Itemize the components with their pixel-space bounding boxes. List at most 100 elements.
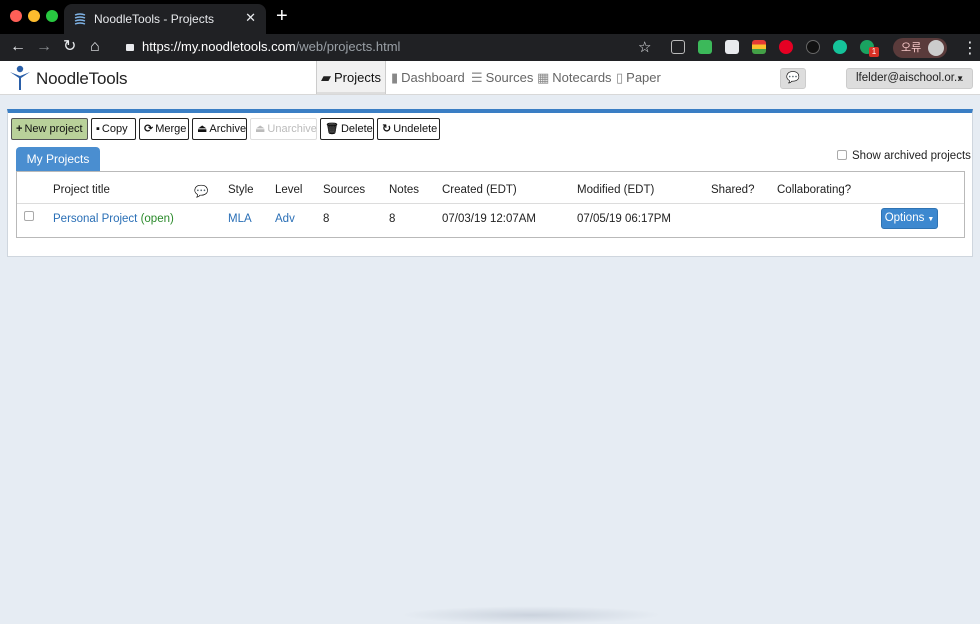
browser-tab[interactable]: NoodleTools - Projects ✕ (64, 4, 266, 34)
merge-label: Merge (155, 123, 187, 135)
back-icon[interactable]: ← (10, 37, 26, 57)
unarchive-label: Unarchive (267, 123, 317, 135)
profile-status-text: 오류 (901, 42, 922, 54)
undo-icon: ↻ (382, 123, 392, 135)
new-tab-icon[interactable]: + (276, 6, 288, 26)
url-host: https://my.noodletools.com (142, 39, 296, 54)
forward-icon[interactable]: → (36, 37, 52, 57)
column-header-sources[interactable]: Sources (323, 184, 365, 196)
copy-icon: ▪ (96, 123, 100, 135)
copy-label: Copy (101, 123, 128, 135)
user-menu-button[interactable]: lfelder@aischool.or... ▼ (846, 68, 973, 89)
column-header-shared[interactable]: Shared? (711, 184, 754, 196)
trash-icon: 🗑 (325, 123, 339, 135)
project-level-link[interactable]: Adv (275, 213, 295, 225)
project-status: (open) (140, 213, 174, 225)
extension-green-icon[interactable] (698, 40, 712, 54)
avatar (928, 40, 944, 56)
projects-table: Project title 💬 Style Level Sources Note… (16, 171, 965, 238)
reload-icon[interactable]: ↻ (63, 37, 76, 57)
pinterest-extension-icon[interactable] (779, 40, 793, 54)
grid-icon: ▦ (537, 70, 550, 85)
show-archived-toggle[interactable]: Show archived projects (837, 150, 971, 162)
chat-bubble-icon: 💬 (786, 72, 800, 84)
nav-dashboard-label: Dashboard (401, 70, 465, 85)
tab-my-projects[interactable]: My Projects (16, 147, 100, 171)
projects-panel: + New project ▪ Copy ⟳ Merge ⏏ Archive ⏏ Unar… (7, 109, 973, 257)
archive-icon: ⏏ (197, 123, 208, 135)
brand-name: NoodleTools (36, 69, 128, 88)
options-label: Options (884, 212, 925, 224)
show-archived-checkbox[interactable] (837, 150, 847, 160)
show-archived-label: Show archived projects (852, 150, 971, 162)
extension-refresh-icon[interactable] (671, 40, 685, 54)
extension-one-icon[interactable] (806, 40, 820, 54)
column-header-notes[interactable]: Notes (389, 184, 419, 196)
nav-projects[interactable]: ▰ Projects (316, 61, 386, 94)
list-icon: ☰ (471, 70, 483, 85)
options-button[interactable]: Options ▼ (881, 208, 938, 229)
project-modified-date: 07/05/19 06:17PM (577, 213, 671, 225)
close-window-icon[interactable] (10, 10, 22, 22)
nav-paper[interactable]: ▯ Paper (612, 61, 665, 94)
extension-badge: 1 (869, 47, 879, 57)
project-title-link[interactable]: Personal Project (53, 213, 137, 225)
archive-button[interactable]: ⏏ Archive (192, 118, 247, 140)
column-header-collaborating[interactable]: Collaborating? (777, 184, 851, 196)
bar-chart-icon: ▮ (391, 70, 399, 85)
address-bar[interactable]: https://my.noodletools.com/web/projects.… (126, 39, 400, 54)
browser-toolbar: ← → ↻ ⌂ https://my.noodletools.com/web/p… (0, 34, 980, 61)
nav-sources[interactable]: ☰ Sources (467, 61, 537, 94)
decorative-shadow (400, 606, 662, 624)
undelete-label: Undelete (393, 123, 438, 135)
table-row-title: Personal Project (open) (53, 213, 174, 225)
new-project-button[interactable]: + New project (11, 118, 88, 140)
project-sources-count: 8 (323, 213, 330, 225)
column-header-style[interactable]: Style (228, 184, 254, 196)
app-header: NoodleTools ▰ Projects ▮ Dashboard ☰ Source… (0, 61, 980, 95)
lock-icon (126, 44, 134, 51)
nav-sources-label: Sources (485, 70, 534, 85)
project-style-link[interactable]: MLA (228, 213, 252, 225)
delete-label: Delete (340, 123, 373, 135)
archive-label: Archive (209, 123, 247, 135)
nav-notecards[interactable]: ▦ Notecards (533, 61, 616, 94)
delete-button[interactable]: 🗑 Delete (320, 118, 374, 140)
project-created-date: 07/03/19 12:07AM (442, 213, 536, 225)
column-header-created[interactable]: Created (EDT) (442, 184, 517, 196)
header-divider (17, 203, 964, 204)
minimize-window-icon[interactable] (28, 10, 40, 22)
grammarly-extension-icon[interactable] (833, 40, 847, 54)
merge-button[interactable]: ⟳ Merge (139, 118, 189, 140)
folder-open-icon: ▰ (321, 70, 331, 85)
nav-dashboard[interactable]: ▮ Dashboard (387, 61, 469, 94)
unarchive-button[interactable]: ⏏ Unarchive (250, 118, 317, 140)
project-notes-count: 8 (389, 213, 396, 225)
caret-down-icon: ▼ (956, 74, 964, 83)
gmail-extension-icon[interactable] (725, 40, 739, 54)
copy-button[interactable]: ▪ Copy (91, 118, 136, 140)
unarchive-icon: ⏏ (255, 123, 266, 135)
url-path: /web/projects.html (295, 39, 401, 54)
column-header-level[interactable]: Level (275, 184, 303, 196)
browser-tab-bar: NoodleTools - Projects ✕ + (0, 0, 980, 34)
comments-column-icon: 💬 (194, 186, 209, 198)
chat-button[interactable]: 💬 (780, 68, 806, 89)
nav-projects-label: Projects (334, 70, 381, 85)
nav-notecards-label: Notecards (552, 70, 612, 85)
tab-title: NoodleTools - Projects (94, 12, 215, 26)
column-header-title[interactable]: Project title (53, 184, 110, 196)
close-tab-icon[interactable]: ✕ (245, 10, 256, 26)
profile-button[interactable]: 오류 (893, 38, 947, 58)
column-header-modified[interactable]: Modified (EDT) (577, 184, 654, 196)
home-icon[interactable]: ⌂ (90, 37, 100, 57)
undelete-button[interactable]: ↻ Undelete (377, 118, 440, 140)
document-icon: ▯ (616, 70, 624, 85)
noodletools-favicon-icon (74, 13, 86, 25)
browser-menu-icon[interactable]: ⋮ (962, 38, 978, 58)
bookmark-star-icon[interactable]: ☆ (638, 38, 651, 56)
extension-stack-icon[interactable] (752, 40, 766, 54)
row-select-checkbox[interactable] (24, 211, 34, 221)
maximize-window-icon[interactable] (46, 10, 58, 22)
noodletools-logo-icon (10, 65, 30, 90)
